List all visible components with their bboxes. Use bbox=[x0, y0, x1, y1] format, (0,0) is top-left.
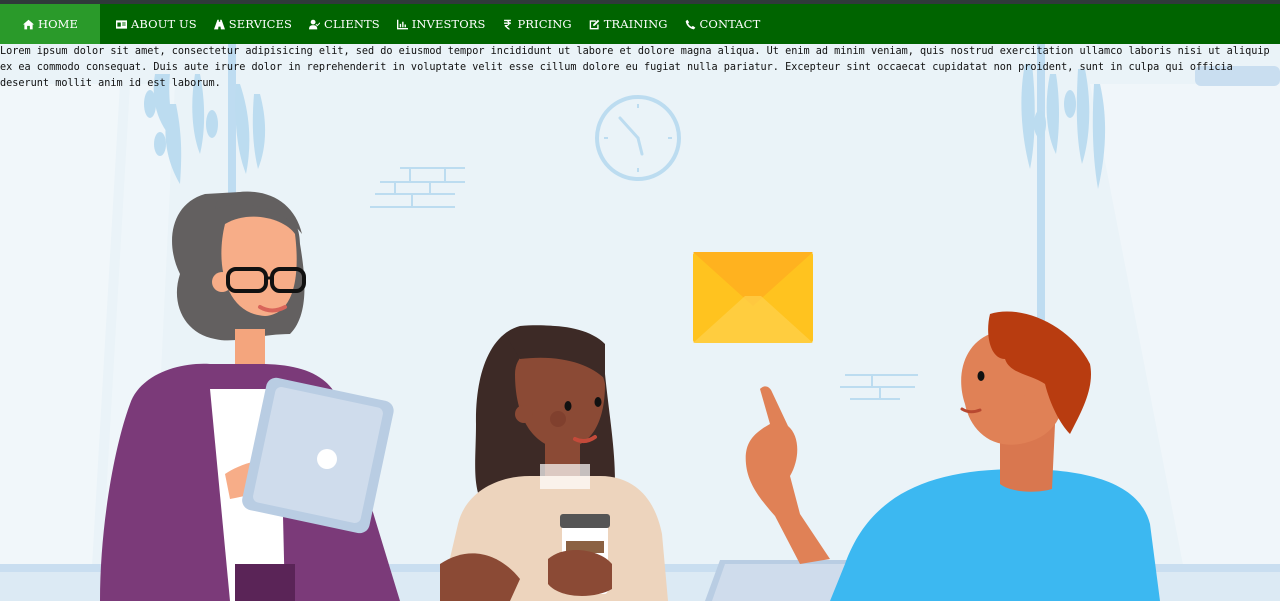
nav-about-us[interactable]: ABOUT US bbox=[107, 4, 205, 44]
edit-icon bbox=[588, 18, 601, 31]
user-check-icon bbox=[308, 18, 321, 31]
envelope-icon bbox=[693, 252, 813, 343]
nav-services[interactable]: SERVICES bbox=[205, 4, 300, 44]
nav-investors-label: INVESTORS bbox=[411, 17, 486, 31]
brick-pattern-right bbox=[840, 374, 918, 400]
id-card-icon bbox=[115, 18, 128, 31]
nav-clients[interactable]: CLIENTS bbox=[300, 4, 388, 44]
man-pointing bbox=[745, 311, 1160, 601]
rupee-icon bbox=[501, 18, 514, 31]
nav-contact-label: CONTACT bbox=[699, 17, 761, 31]
intro-paragraph: Lorem ipsum dolor sit amet, consectetur … bbox=[0, 46, 1270, 89]
nav-services-label: SERVICES bbox=[228, 17, 293, 31]
home-icon bbox=[22, 18, 35, 31]
phone-icon bbox=[684, 18, 697, 31]
nav-home-label: HOME bbox=[37, 17, 79, 31]
woman-with-coffee bbox=[440, 325, 668, 601]
nav-home[interactable]: HOME bbox=[0, 4, 100, 44]
nav-training[interactable]: TRAINING bbox=[580, 4, 676, 44]
wall-clock bbox=[595, 95, 681, 181]
road-icon bbox=[213, 18, 226, 31]
nav-pricing-label: PRICING bbox=[517, 17, 572, 31]
hero-illustration bbox=[0, 44, 1280, 601]
nav-pricing[interactable]: PRICING bbox=[493, 4, 579, 44]
main-navbar: HOME ABOUT US SERVICES CLIENTS INVESTORS… bbox=[0, 4, 1280, 44]
brick-pattern-left bbox=[370, 167, 465, 208]
nav-clients-label: CLIENTS bbox=[324, 17, 380, 31]
nav-about-us-label: ABOUT US bbox=[131, 17, 197, 31]
chart-icon bbox=[396, 18, 409, 31]
nav-investors[interactable]: INVESTORS bbox=[388, 4, 494, 44]
nav-contact[interactable]: CONTACT bbox=[676, 4, 769, 44]
nav-training-label: TRAINING bbox=[603, 17, 668, 31]
